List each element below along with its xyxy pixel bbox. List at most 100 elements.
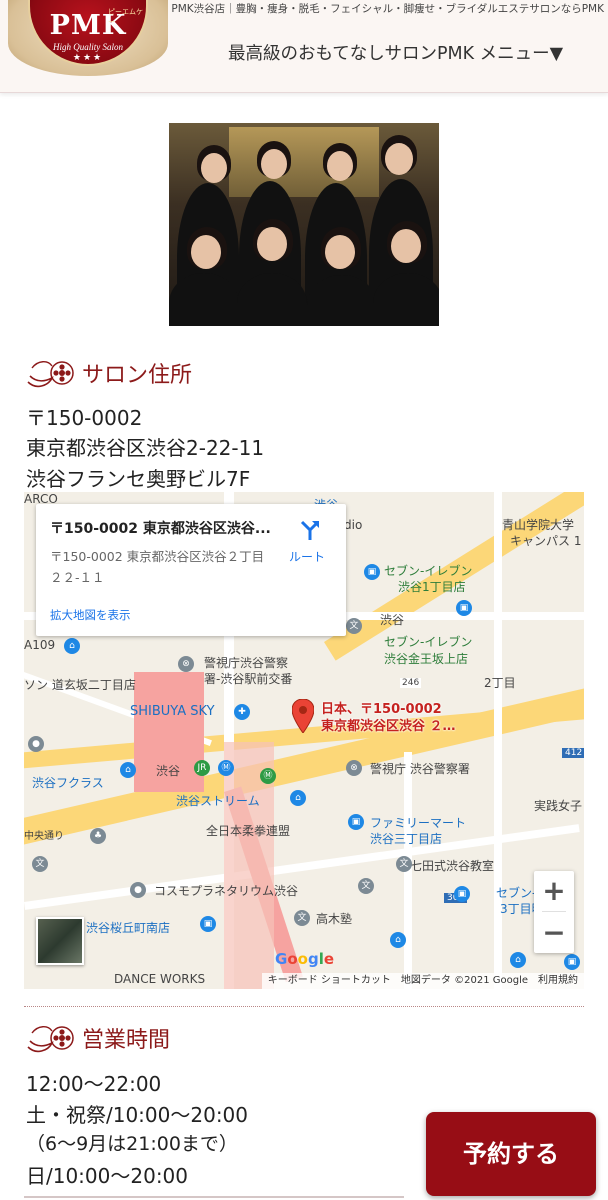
attraction-icon[interactable]: ✚ (234, 704, 250, 720)
flower-ornament-icon (27, 361, 74, 388)
store-icon[interactable]: ▣ (200, 916, 216, 932)
map-label: セブン-イレブン (384, 635, 473, 649)
store-icon[interactable]: ▣ (348, 814, 364, 830)
shopping-icon[interactable]: ⌂ (510, 952, 526, 968)
map-card-title: 〒150-0002 東京都渋谷区渋谷... (50, 521, 271, 537)
school-icon[interactable]: 文 (32, 856, 48, 872)
address-heading: サロン住所 (26, 355, 192, 391)
school-icon[interactable]: 文 (358, 878, 374, 894)
school-icon[interactable]: 文 (346, 618, 362, 634)
map-label: 412 (562, 748, 584, 758)
map-label: 警視庁 渋谷警察署 (370, 762, 470, 776)
train-icon[interactable]: JR (194, 760, 210, 776)
section-divider (24, 1196, 404, 1198)
hours-sunday: 日/10:00〜20:00 (26, 1164, 189, 1188)
store-icon[interactable]: ▣ (364, 564, 380, 580)
header-title: 最高級のおもてなしサロンPMK (228, 44, 475, 64)
pin-label-line-1: 日本、〒150-0002 (321, 702, 442, 717)
flower-ornament-icon (27, 1026, 74, 1053)
zoom-controls: + − (534, 871, 574, 953)
location-icon[interactable]: ● (130, 882, 146, 898)
pin-label: 日本、〒150-0002 東京都渋谷区渋谷 ２… (321, 701, 456, 735)
shopping-icon[interactable]: ⌂ (290, 790, 306, 806)
site-header: PMK ピーエムケー High Quality Salon ★★★ PMK渋谷店… (0, 0, 608, 93)
school-icon[interactable]: 文 (396, 856, 412, 872)
logo-kana: ピーエムケー (108, 8, 143, 26)
map-label: ファミリーマート (370, 816, 467, 830)
header-tagline: PMK渋谷店｜豊胸・痩身・脱毛・フェイシャル・脚痩せ・ブライダルエステサロンなら… (171, 3, 604, 15)
store-icon[interactable]: ▣ (456, 600, 472, 616)
header-title-row: 最高級のおもてなしサロンPMK メニュー▼ (228, 40, 563, 65)
hours-summer-note: （6〜9月は21:00まで） (26, 1133, 238, 1155)
zoom-out-button[interactable]: − (534, 913, 574, 953)
police-icon[interactable]: ⊗ (346, 760, 362, 776)
map-label: 署-渋谷駅前交番 (204, 672, 293, 686)
map-label: 246 (400, 678, 422, 688)
google-map[interactable]: 青山学院大学 キャンパス 1 セブン-イレブン 渋谷1丁目店 渋谷 セブン-イレ… (24, 492, 584, 989)
map-attribution[interactable]: キーボード ショートカット 地図データ ©2021 Google 利用規約 (261, 973, 584, 989)
metro-icon[interactable]: Ⓜ (218, 760, 234, 776)
map-label: 渋谷桜丘町南店 (86, 921, 171, 935)
logo-subtitle: High Quality Salon (53, 42, 123, 52)
logo-emblem: PMK ピーエムケー High Quality Salon ★★★ (28, 0, 148, 66)
map-label: ソン 道玄坂二丁目店 (24, 678, 136, 692)
map-label: 中央通り (24, 831, 64, 842)
map-label: SHIBUYA SKY (130, 704, 215, 719)
map-label: 渋谷 (156, 764, 181, 778)
map-label: キャンパス 1 (510, 534, 582, 548)
shopping-icon[interactable]: ⌂ (64, 638, 80, 654)
reserve-button[interactable]: 予約する (426, 1112, 596, 1196)
map-label: 高木塾 (316, 912, 353, 926)
location-pin-icon[interactable] (292, 699, 314, 733)
map-label: セブン- (496, 886, 537, 900)
hours-heading-title: 営業時間 (82, 1028, 171, 1053)
section-divider (24, 1006, 584, 1007)
shopping-icon[interactable]: ⌂ (390, 932, 406, 948)
view-larger-map-link[interactable]: 拡大地図を表示 (50, 607, 131, 623)
map-label: 渋谷三丁目店 (370, 832, 443, 846)
map-label: 渋谷1丁目店 (398, 580, 466, 594)
map-label: セブン-イレブン (384, 564, 473, 578)
map-label: 実践女子 (534, 799, 583, 813)
menu-button[interactable]: メニュー▼ (480, 44, 563, 64)
map-label: 青山学院大学 (502, 518, 575, 532)
satellite-toggle[interactable] (36, 917, 84, 965)
address-line-1: 東京都渋谷区渋谷2-22-11 (26, 436, 265, 460)
map-label: A109 (24, 638, 56, 652)
community-icon[interactable]: ♣ (90, 828, 106, 844)
hours-heading: 営業時間 (26, 1020, 170, 1056)
map-label: 渋谷フクラス (32, 776, 104, 790)
pin-label-line-2: 東京都渋谷区渋谷 ２… (321, 719, 456, 734)
police-icon[interactable]: ⊗ (178, 656, 194, 672)
staff-photo (169, 123, 439, 326)
shopping-icon[interactable]: ⌂ (120, 762, 136, 778)
zoom-in-button[interactable]: + (534, 871, 574, 911)
logo-stars: ★★★ (72, 53, 104, 63)
map-label: 全日本柔拳連盟 (206, 824, 291, 838)
address-line-2: 渋谷フランセ奥野ビル7F (26, 467, 251, 491)
map-card-address: 〒150-0002 東京都渋谷区渋谷２丁目２２-１１ (50, 549, 265, 585)
map-label: 渋谷ストリーム (176, 794, 260, 808)
map-label: 2丁目 (484, 676, 516, 690)
store-icon[interactable]: ▣ (454, 886, 470, 902)
map-label: 渋谷金王坂上店 (384, 652, 469, 666)
map-info-card: 〒150-0002 東京都渋谷区渋谷... 〒150-0002 東京都渋谷区渋谷… (36, 504, 346, 636)
map-label: DANCE WORKS (114, 972, 206, 986)
school-icon[interactable]: 文 (294, 910, 310, 926)
map-label: 渋谷 (380, 613, 405, 627)
hours-weekday: 12:00〜22:00 (26, 1072, 162, 1096)
map-label: コスモプラネタリウム渋谷 (154, 884, 299, 898)
site-logo[interactable]: PMK ピーエムケー High Quality Salon ★★★ (8, 0, 168, 84)
store-icon[interactable]: ▣ (564, 954, 580, 970)
hours-saturday-holiday: 土・祝祭/10:00〜20:00 (26, 1103, 249, 1127)
subway-icon[interactable]: Ⓜ (260, 768, 276, 784)
map-label: dio (344, 518, 363, 532)
location-icon[interactable]: ● (28, 736, 44, 752)
address-heading-title: サロン住所 (82, 363, 193, 388)
map-label: 警視庁渋谷警察 (204, 656, 289, 670)
address-postal: 〒150-0002 (26, 406, 143, 430)
directions-button[interactable]: ルート (289, 548, 325, 565)
google-logo: Google (275, 950, 335, 968)
directions-icon[interactable] (298, 518, 322, 542)
map-label: 七田式渋谷教室 (410, 859, 495, 873)
